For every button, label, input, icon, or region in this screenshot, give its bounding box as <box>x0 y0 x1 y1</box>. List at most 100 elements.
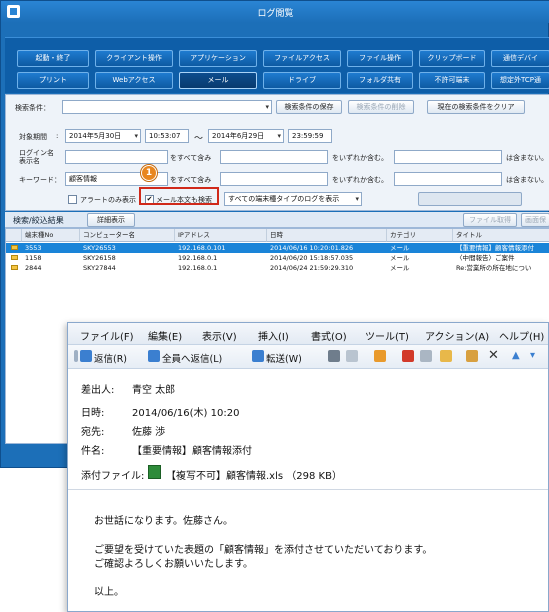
filter-panel: 検索条件： 検索条件の保存 検索条件の削除 現在の検索条件をクリア 対象期間 :… <box>5 94 549 211</box>
menu-insert[interactable]: 挿入(I) <box>258 328 289 343</box>
email-body[interactable]: お世話になります。佐藤さん。 ご要望を受けていた表題の「顧客情報」を添付させてい… <box>68 489 548 611</box>
tab-clipboard[interactable]: クリップボード <box>419 50 485 67</box>
date-to-field[interactable]: 2014年6月29日 <box>208 129 284 143</box>
delete-icon[interactable]: ✕ <box>488 348 499 363</box>
title-bar: ログ閲覧 <box>1 1 549 23</box>
reply-all-icon <box>148 350 160 362</box>
time-from-field[interactable]: 10:53:07 <box>145 129 189 143</box>
tab-mail[interactable]: メール <box>179 72 257 89</box>
condition-label: 検索条件： <box>15 104 50 112</box>
attachment-value[interactable]: 【複写不可】顧客情報.xls （298 KB） <box>166 467 342 482</box>
menu-help[interactable]: ヘルプ(H) <box>499 328 544 343</box>
login-any-field[interactable] <box>220 150 328 164</box>
keyword-exclude-field[interactable] <box>394 172 502 186</box>
tab-unauthorized-device[interactable]: 不許可端末 <box>419 72 485 89</box>
reply-button[interactable]: 返信(R) <box>94 351 127 365</box>
cell-ip: 192.168.0.1 <box>178 254 218 262</box>
flag-icon[interactable] <box>402 350 414 362</box>
search-button[interactable] <box>418 192 522 206</box>
tab-client-operation[interactable]: クライアント操作 <box>95 50 173 67</box>
alert-only-label: アラートのみ表示 <box>80 196 136 204</box>
col-ip[interactable]: IPアドレス <box>175 229 267 242</box>
tab-drive[interactable]: ドライブ <box>263 72 341 89</box>
keyword-all-label: をすべて含み <box>170 176 212 184</box>
up-arrow-icon[interactable]: ▲ <box>512 350 520 361</box>
login-exclude-field[interactable] <box>394 150 502 164</box>
clear-condition-button[interactable]: 現在の検索条件をクリア <box>427 100 525 114</box>
forward-button[interactable]: 転送(W) <box>266 351 302 365</box>
date-from-field[interactable]: 2014年5月30日 <box>65 129 141 143</box>
tab-application[interactable]: アプリケーション <box>179 50 257 67</box>
date-value: 2014/06/16(木) 10:20 <box>132 408 240 419</box>
cell-datetime: 2014/06/16 10:20:01.826 <box>270 244 354 252</box>
cell-category: メール <box>390 244 410 252</box>
date-label: 日時: <box>81 408 105 419</box>
menu-format[interactable]: 書式(O) <box>311 328 347 343</box>
delete-condition-button[interactable]: 検索条件の削除 <box>348 100 414 114</box>
mail-icon[interactable] <box>374 350 386 362</box>
tab-web-access[interactable]: Webアクセス <box>95 72 173 89</box>
screen-button[interactable]: 画面保 <box>521 213 549 227</box>
tab-unexpected-tcp[interactable]: 想定外TCP通 <box>491 72 549 89</box>
window-title: ログ閲覧 <box>257 9 294 19</box>
down-arrow-icon[interactable]: ▾ <box>530 350 535 361</box>
file-copy-button[interactable]: ファイル取得 <box>463 213 517 227</box>
col-datetime[interactable]: 日時 <box>267 229 387 242</box>
move-folder-icon[interactable] <box>440 350 452 362</box>
col-terminal-no[interactable]: 端末種No <box>22 229 80 242</box>
log-type-select[interactable]: すべての端末種タイプのログを表示 <box>224 192 362 206</box>
reply-all-button[interactable]: 全員へ返信(L) <box>162 351 222 365</box>
menu-row <box>5 23 546 37</box>
highlight-box <box>139 187 219 205</box>
cell-ip: 192.168.0.101 <box>178 244 226 252</box>
tab-folder-share[interactable]: フォルダ共有 <box>347 72 413 89</box>
table-row[interactable]: 3553 SKY26553 192.168.0.101 2014/06/16 1… <box>6 243 549 253</box>
login-all-field[interactable] <box>65 150 168 164</box>
menu-edit[interactable]: 編集(E) <box>148 328 182 343</box>
col-computer[interactable]: コンピューター名 <box>80 229 175 242</box>
body-line: ご確認よろしくお願いいたします。 <box>94 559 253 570</box>
forward-icon <box>252 350 264 362</box>
display-name-label: 表示名 <box>19 157 40 165</box>
cell-title: Re:営業所の所在地につい <box>456 264 532 272</box>
email-menubar: ファイル(F) 編集(E) 表示(V) 挿入(I) 書式(O) ツール(T) ア… <box>68 323 548 345</box>
keyword-any-field[interactable] <box>220 172 328 186</box>
menu-view[interactable]: 表示(V) <box>202 328 237 343</box>
detail-button[interactable]: 詳細表示 <box>87 213 135 227</box>
rules-icon[interactable] <box>466 350 478 362</box>
menu-file[interactable]: ファイル(F) <box>80 328 134 343</box>
subject-value: 【重要情報】顧客情報添付 <box>132 446 252 457</box>
alert-only-checkbox[interactable] <box>68 195 77 204</box>
cell-datetime: 2014/06/20 15:18:57.035 <box>270 254 354 262</box>
menu-action[interactable]: アクション(A) <box>425 328 489 343</box>
cell-category: メール <box>390 264 410 272</box>
col-category[interactable]: カテゴリ <box>387 229 453 242</box>
print-icon[interactable] <box>328 350 340 362</box>
tab-file-operation[interactable]: ファイル操作 <box>347 50 413 67</box>
from-value: 青空 太郎 <box>132 385 176 396</box>
keyword-exclude-label: は含まない。 <box>506 176 548 184</box>
col-icon[interactable] <box>6 229 22 242</box>
condition-select[interactable] <box>62 100 272 114</box>
tab-file-access[interactable]: ファイルアクセス <box>263 50 341 67</box>
attachment-label: 添付ファイル: <box>81 471 145 482</box>
callout-badge: 1 <box>141 165 157 181</box>
time-to-field[interactable]: 23:59:59 <box>288 129 332 143</box>
results-title: 検索/絞込結果 <box>13 216 64 225</box>
tab-comm-device[interactable]: 通信デバイ <box>491 50 549 67</box>
tab-startup[interactable]: 起動・終了 <box>17 50 89 67</box>
login-all-label: をすべて含み <box>170 154 212 162</box>
to-label: 宛先: <box>81 427 105 438</box>
tab-print[interactable]: プリント <box>17 72 89 89</box>
login-exclude-label: は含まない。 <box>506 154 548 162</box>
reply-icon <box>80 350 92 362</box>
table-row[interactable]: 1158 SKY26158 192.168.0.1 2014/06/20 15:… <box>6 253 549 263</box>
col-title[interactable]: タイトル <box>453 229 549 242</box>
categorize-icon[interactable] <box>420 350 432 362</box>
table-row[interactable]: 2844 SKY27844 192.168.0.1 2014/06/24 21:… <box>6 263 549 273</box>
save-condition-button[interactable]: 検索条件の保存 <box>276 100 342 114</box>
keyword-any-label: をいずれか含む。 <box>332 176 388 184</box>
copy-icon[interactable] <box>346 350 358 362</box>
period-colon: : <box>56 132 59 140</box>
menu-tools[interactable]: ツール(T) <box>365 328 409 343</box>
